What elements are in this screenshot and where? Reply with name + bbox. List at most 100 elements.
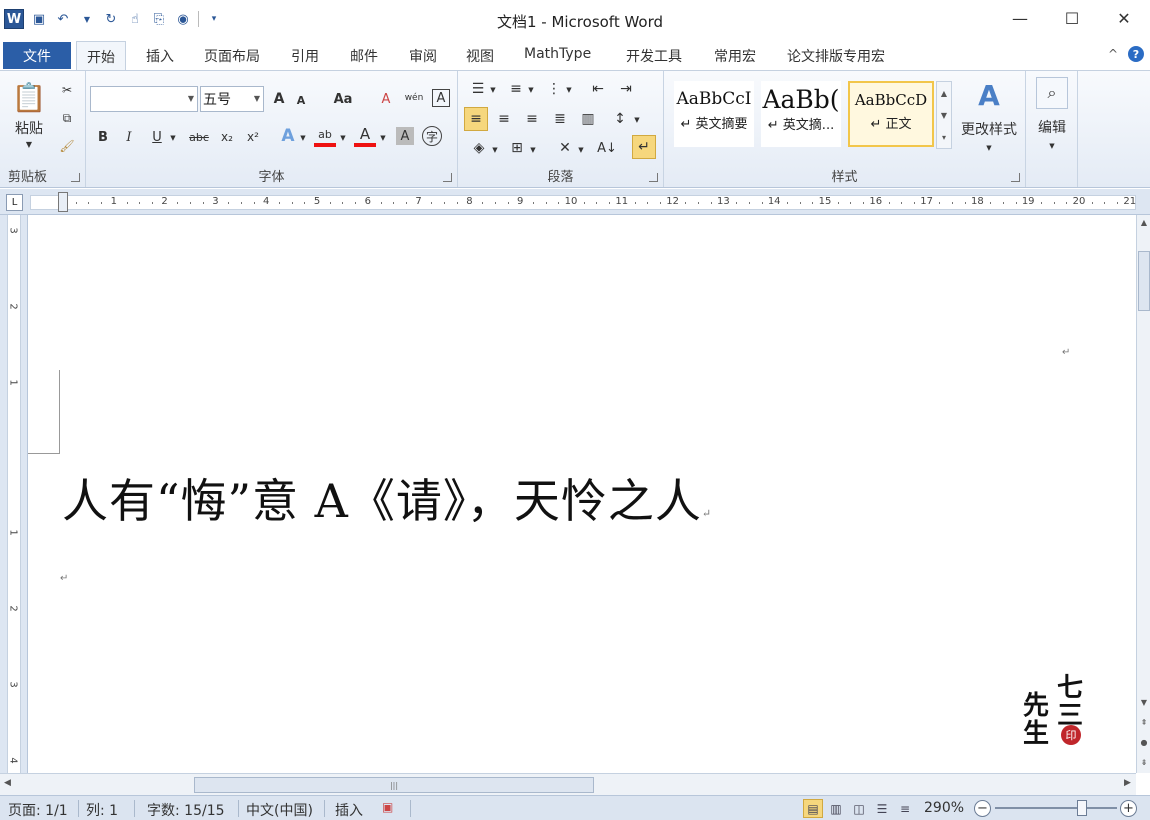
vertical-scrollbar[interactable]: ▲ ▼ ⇞ ● ⇟ xyxy=(1136,215,1150,773)
scroll-down-icon[interactable]: ▼ xyxy=(1137,695,1150,709)
align-center-icon[interactable]: ≡ xyxy=(492,107,516,131)
paste-dropdown-icon[interactable]: ▼ xyxy=(22,139,36,149)
font-size-combo[interactable]: 五号 ▼ xyxy=(200,86,264,112)
zoom-in-button[interactable]: + xyxy=(1120,800,1137,817)
tab-mailings[interactable]: 邮件 xyxy=(350,46,378,66)
italic-button[interactable]: I xyxy=(120,127,138,147)
font-color-button[interactable]: A xyxy=(354,125,376,147)
tab-selector[interactable]: L xyxy=(6,194,23,211)
tab-home[interactable]: 开始 xyxy=(76,41,126,71)
borders-dropdown-icon[interactable]: ▼ xyxy=(528,145,538,155)
bold-button[interactable]: B xyxy=(94,127,112,147)
tab-thesis-macros[interactable]: 论文排版专用宏 xyxy=(787,46,885,66)
outline-view-icon[interactable]: ☰ xyxy=(872,799,892,818)
align-right-icon[interactable]: ≡ xyxy=(520,107,544,131)
full-screen-reading-icon[interactable]: ▥ xyxy=(826,799,846,818)
maximize-button[interactable]: ☐ xyxy=(1046,4,1098,32)
tab-common-macros[interactable]: 常用宏 xyxy=(714,46,756,66)
increase-indent-icon[interactable]: ⇥ xyxy=(616,79,636,99)
paste-label[interactable]: 粘贴 xyxy=(6,119,52,137)
scroll-up-icon[interactable]: ▲ xyxy=(1137,215,1150,229)
style-english-abstract[interactable]: AaBbCcI ↵ 英文摘要 xyxy=(674,81,754,147)
help-icon[interactable]: ? xyxy=(1128,46,1144,62)
sort-icon[interactable]: A↓ xyxy=(596,137,618,159)
next-page-icon[interactable]: ⇟ xyxy=(1137,755,1150,769)
change-styles-icon[interactable]: A xyxy=(956,79,1022,112)
tab-insert[interactable]: 插入 xyxy=(146,46,174,66)
char-shading-button[interactable]: A xyxy=(396,127,414,145)
collapse-ribbon-icon[interactable]: ^ xyxy=(1108,47,1118,61)
line-spacing-icon[interactable]: ↕ xyxy=(608,107,632,131)
ruler-track[interactable]: 1 2 3 4 5 6 7 8 9 10 11 12 13 14 15 16 17 18 19 20 21 xyxy=(30,192,1136,212)
phonetic-guide-button[interactable]: wén xyxy=(402,87,426,109)
distributed-icon[interactable]: ▥ xyxy=(576,107,600,131)
multilevel-list-icon[interactable]: ⋮ xyxy=(544,79,564,99)
font-color-dropdown-icon[interactable]: ▼ xyxy=(378,133,388,143)
paragraph-launcher-icon[interactable] xyxy=(649,173,658,182)
cut-icon[interactable]: ✂ xyxy=(58,81,76,99)
multilevel-dropdown-icon[interactable]: ▼ xyxy=(564,85,574,95)
gallery-more-icon[interactable]: ▾ xyxy=(942,133,946,142)
align-left-icon[interactable]: ≡ xyxy=(464,107,488,131)
line-spacing-dropdown-icon[interactable]: ▼ xyxy=(632,115,642,125)
find-binoculars-icon[interactable]: ⌕ xyxy=(1036,77,1068,109)
macro-record-icon[interactable]: ▣ xyxy=(382,800,393,814)
font-name-combo[interactable]: ▼ xyxy=(90,86,198,112)
font-name-dropdown-icon[interactable]: ▼ xyxy=(188,94,194,103)
zoom-slider-knob[interactable] xyxy=(1077,800,1087,816)
tab-page-layout[interactable]: 页面布局 xyxy=(204,46,260,66)
numbering-icon[interactable]: ≡ xyxy=(506,79,526,99)
bullets-icon[interactable]: ☰ xyxy=(468,79,488,99)
draft-view-icon[interactable]: ≡ xyxy=(895,799,915,818)
vertical-scroll-thumb[interactable] xyxy=(1138,251,1150,311)
tab-mathtype[interactable]: MathType xyxy=(524,46,591,62)
tab-review[interactable]: 审阅 xyxy=(409,46,437,66)
scroll-left-icon[interactable]: ◀ xyxy=(4,778,11,788)
bullets-dropdown-icon[interactable]: ▼ xyxy=(488,85,498,95)
clipboard-launcher-icon[interactable] xyxy=(71,173,80,182)
status-language[interactable]: 中文(中国) xyxy=(246,800,313,820)
status-column[interactable]: 列: 1 xyxy=(86,800,118,820)
clear-format-button[interactable]: A xyxy=(376,89,396,109)
font-launcher-icon[interactable] xyxy=(443,173,452,182)
highlight-button[interactable]: ab xyxy=(314,125,336,147)
scroll-right-icon[interactable]: ▶ xyxy=(1124,778,1131,788)
tab-references[interactable]: 引用 xyxy=(291,46,319,66)
style-normal[interactable]: AaBbCcD ↵ 正文 xyxy=(848,81,934,147)
text-effects-dropdown-icon[interactable]: ▼ xyxy=(298,133,308,143)
zoom-level[interactable]: 290% xyxy=(924,800,964,816)
close-button[interactable]: ✕ xyxy=(1098,4,1150,32)
styles-gallery-scroll[interactable]: ▲ ▼ ▾ xyxy=(936,81,952,149)
text-effects-button[interactable]: A xyxy=(278,125,298,147)
tab-view[interactable]: 视图 xyxy=(466,46,494,66)
enclose-char-button[interactable]: 字 xyxy=(422,126,442,146)
format-painter-brush-icon[interactable]: 🖌 xyxy=(58,137,76,155)
copy-icon[interactable]: ⧉ xyxy=(58,109,76,127)
tab-developer[interactable]: 开发工具 xyxy=(626,46,682,66)
superscript-button[interactable]: x² xyxy=(242,127,264,147)
web-layout-icon[interactable]: ◫ xyxy=(849,799,869,818)
zoom-slider-track[interactable] xyxy=(995,807,1117,809)
vertical-ruler-track[interactable]: 3 2 1 1 2 3 4 xyxy=(7,215,21,773)
horizontal-scroll-thumb[interactable]: ||| xyxy=(194,777,594,793)
underline-dropdown-icon[interactable]: ▼ xyxy=(168,133,178,143)
prev-page-icon[interactable]: ⇞ xyxy=(1137,715,1150,729)
horizontal-scrollbar[interactable]: ◀ ||| ▶ xyxy=(0,773,1136,795)
gallery-up-icon[interactable]: ▲ xyxy=(941,89,947,98)
tab-file[interactable]: 文件 xyxy=(3,42,71,69)
change-case-button[interactable]: Aa xyxy=(330,89,356,109)
minimize-button[interactable]: — xyxy=(994,4,1046,32)
grow-font-button[interactable]: A xyxy=(270,89,288,109)
chinese-layout-icon[interactable]: ✕ xyxy=(554,137,576,159)
gallery-down-icon[interactable]: ▼ xyxy=(941,111,947,120)
status-insert-mode[interactable]: 插入 xyxy=(335,800,363,820)
change-styles-dropdown-icon[interactable]: ▼ xyxy=(984,143,994,153)
highlight-dropdown-icon[interactable]: ▼ xyxy=(338,133,348,143)
chinese-layout-dropdown-icon[interactable]: ▼ xyxy=(576,145,586,155)
document-page[interactable]: ↵ 人有“悔”意 A《请》，天怜之人↵ ↵ 先 七 生 三 印 xyxy=(28,215,1136,773)
zoom-out-button[interactable]: − xyxy=(974,800,991,817)
print-layout-icon[interactable]: ▤ xyxy=(803,799,823,818)
style-english-abstract-2[interactable]: AaBb( ↵ 英文摘... xyxy=(761,81,841,147)
show-marks-icon[interactable]: ↵ xyxy=(632,135,656,159)
browse-object-icon[interactable]: ● xyxy=(1137,735,1150,749)
